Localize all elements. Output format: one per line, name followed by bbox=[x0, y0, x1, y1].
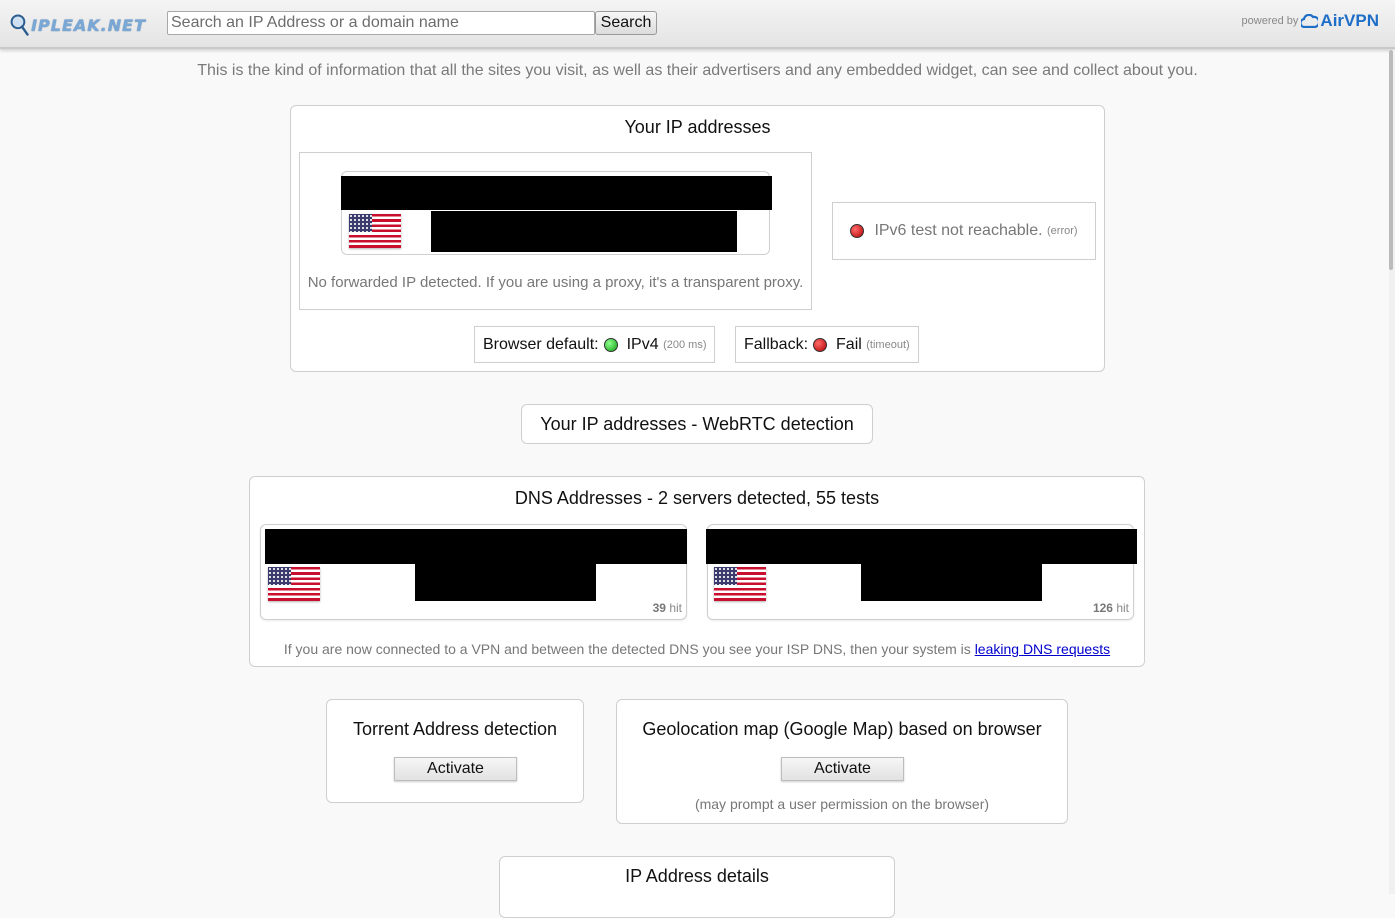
us-flag-icon bbox=[714, 567, 766, 601]
geo-title: Geolocation map (Google Map) based on br… bbox=[642, 719, 1042, 739]
dns-hit-count: 126 bbox=[1092, 601, 1113, 615]
no-forward-text: No forwarded IP detected. If you are usi… bbox=[307, 274, 804, 291]
site-logo[interactable]: IPLEAK.NET bbox=[10, 10, 146, 40]
powered-by[interactable]: powered by AirVPN bbox=[1242, 11, 1379, 31]
airvpn-cloud-icon bbox=[1301, 14, 1319, 28]
webrtc-detection-button[interactable]: Your IP addresses - WebRTC detection bbox=[521, 404, 873, 444]
geo-activate-button[interactable]: Activate bbox=[781, 757, 904, 781]
dns-server-entry: 126 hit bbox=[706, 524, 1137, 620]
redacted-dns-ip bbox=[706, 529, 1137, 564]
browser-default-value: IPv4 bbox=[626, 335, 659, 353]
dns-hit-label: hit bbox=[1116, 601, 1129, 615]
geo-note: (may prompt a user permission on the bro… bbox=[694, 796, 990, 812]
us-flag-icon bbox=[268, 567, 320, 601]
ipv6-box: IPv6 test not reachable. (error) bbox=[832, 202, 1096, 260]
browser-default-label: Browser default: bbox=[483, 335, 599, 353]
details-title: IP Address details bbox=[625, 866, 769, 886]
dns-server-entry: 39 hit bbox=[260, 524, 687, 620]
torrent-card: Torrent Address detection Activate bbox=[326, 699, 584, 803]
ip-card-title: Your IP addresses bbox=[624, 117, 771, 137]
redacted-dns-ip bbox=[265, 529, 687, 564]
torrent-title: Torrent Address detection bbox=[352, 719, 558, 739]
fallback-value: Fail bbox=[836, 335, 862, 353]
status-dot-icon bbox=[813, 337, 828, 352]
search-input[interactable] bbox=[167, 11, 595, 35]
dns-hit-label: hit bbox=[669, 601, 682, 615]
scrollbar[interactable] bbox=[1389, 50, 1395, 894]
status-dot-icon bbox=[850, 224, 865, 238]
dns-hit-count: 39 bbox=[652, 601, 666, 615]
dns-note-text: If you are now connected to a VPN and be… bbox=[283, 641, 971, 657]
leaking-dns-link[interactable]: leaking DNS requests bbox=[975, 641, 1110, 657]
logo-text: IPLEAK.NET bbox=[31, 15, 146, 35]
geolocation-card: Geolocation map (Google Map) based on br… bbox=[616, 699, 1068, 824]
redacted-ip bbox=[341, 176, 772, 210]
ipv4-entry bbox=[341, 171, 772, 255]
scrollbar-thumb[interactable] bbox=[1389, 50, 1393, 270]
fallback-box: Fallback: Fail (timeout) bbox=[735, 326, 919, 363]
brand-text: AirVPN bbox=[1320, 11, 1379, 30]
torrent-activate-button[interactable]: Activate bbox=[394, 757, 517, 781]
ipv6-text: IPv6 test not reachable. bbox=[874, 222, 1043, 239]
dns-hits: 39 hit bbox=[653, 601, 682, 615]
dns-card: DNS Addresses - 2 servers detected, 55 t… bbox=[249, 476, 1145, 667]
fallback-label: Fallback: bbox=[744, 335, 809, 353]
ip-addresses-card: Your IP addresses No forwarded IP detect… bbox=[290, 105, 1105, 372]
browser-default-note: (200 ms) bbox=[663, 338, 707, 351]
redacted-location bbox=[431, 211, 737, 252]
fallback-note: (timeout) bbox=[866, 338, 910, 351]
magnifier-logo-icon bbox=[10, 14, 29, 36]
webrtc-label: Your IP addresses - WebRTC detection bbox=[540, 413, 854, 434]
dns-title: DNS Addresses - 2 servers detected, 55 t… bbox=[514, 488, 880, 508]
powered-by-label: powered by bbox=[1241, 15, 1299, 27]
intro-text: This is the kind of information that all… bbox=[197, 62, 1198, 79]
dns-note: If you are now connected to a VPN and be… bbox=[250, 641, 1144, 657]
dns-hits: 126 hit bbox=[1093, 601, 1129, 615]
ipv4-box: No forwarded IP detected. If you are usi… bbox=[299, 152, 812, 310]
ip-details-card: IP Address details bbox=[499, 856, 895, 918]
redacted-dns-location bbox=[415, 564, 596, 601]
search-button[interactable]: Search bbox=[595, 11, 657, 35]
redacted-dns-location bbox=[861, 564, 1042, 601]
us-flag-icon bbox=[349, 214, 401, 248]
browser-default-box: Browser default: IPv4 (200 ms) bbox=[474, 326, 716, 363]
status-dot-icon bbox=[603, 337, 618, 352]
top-bar: IPLEAK.NET Search powered by AirVPN bbox=[0, 0, 1395, 49]
airvpn-brand: AirVPN bbox=[1301, 11, 1379, 31]
ipv6-note: (error) bbox=[1047, 225, 1078, 237]
